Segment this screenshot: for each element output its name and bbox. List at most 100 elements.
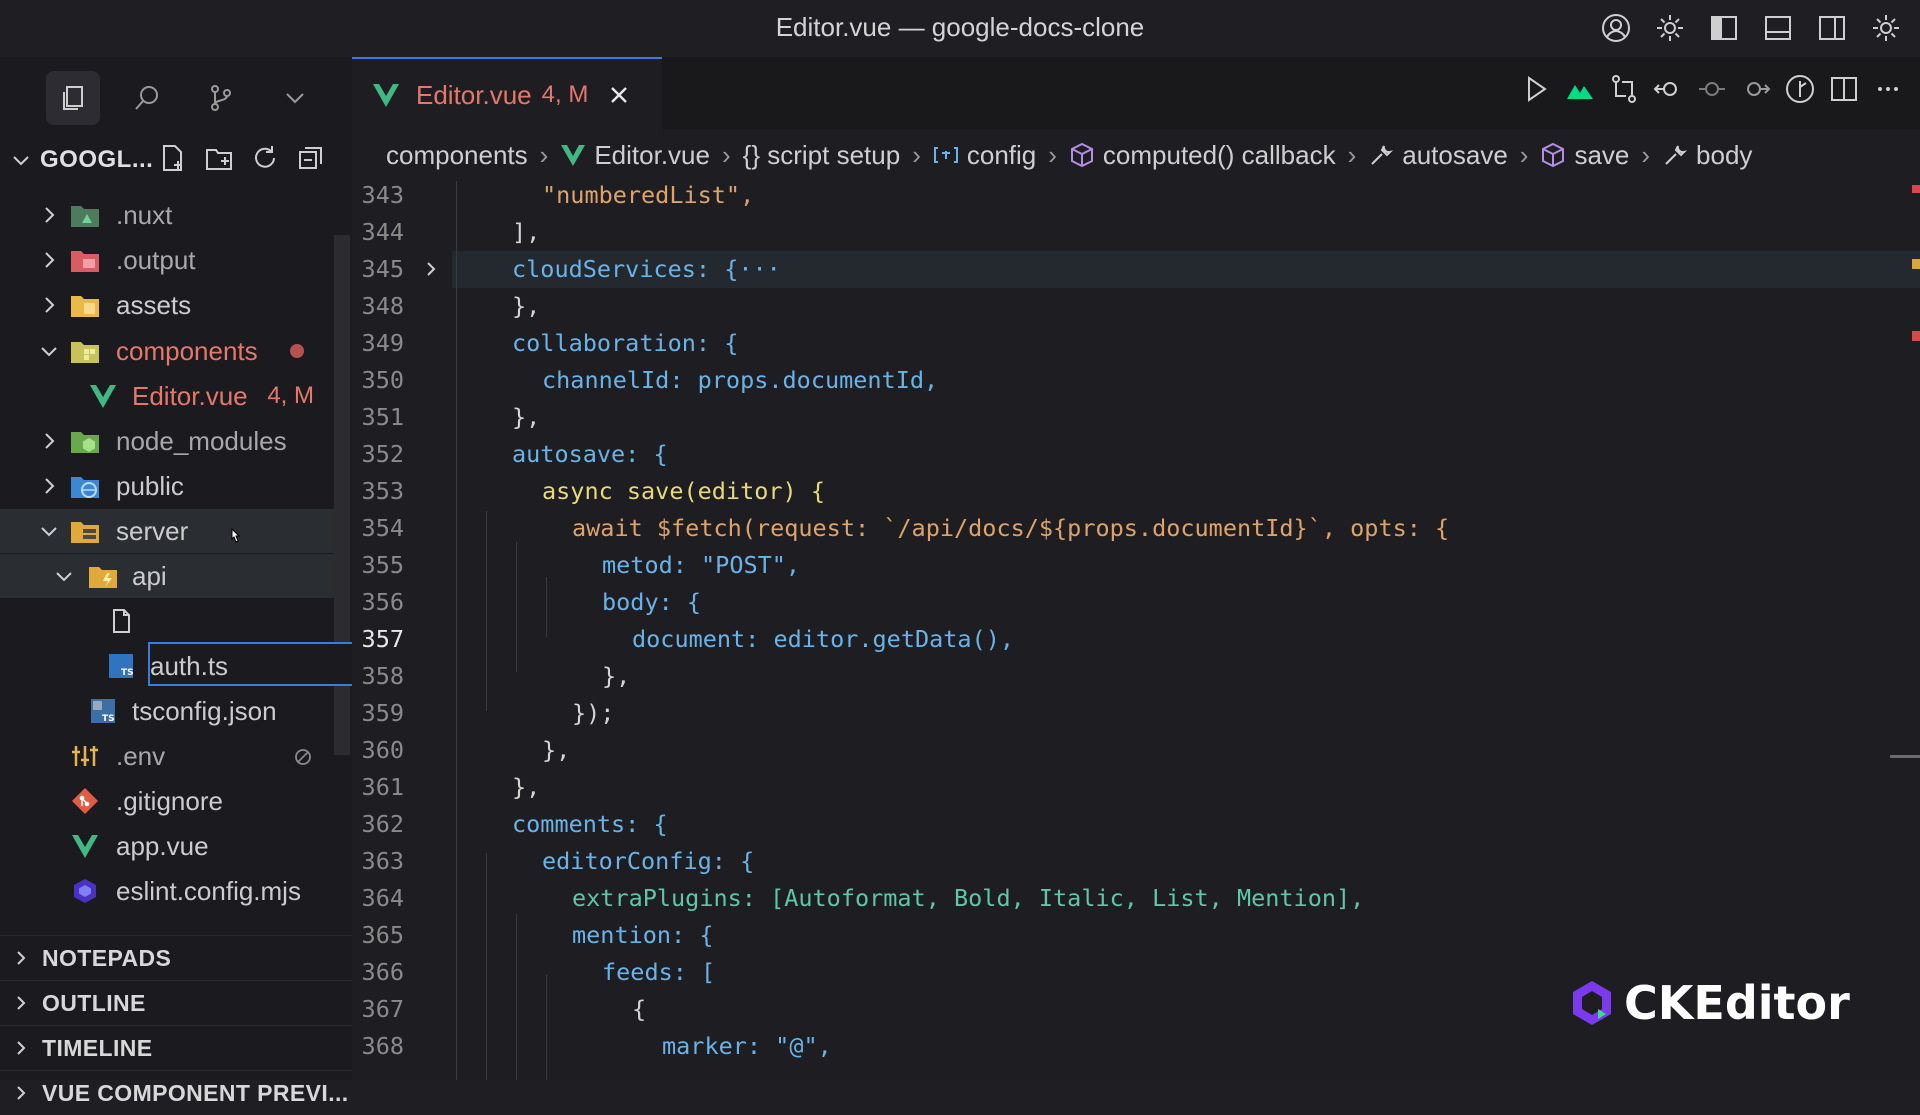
code-line[interactable]: { <box>632 995 646 1023</box>
tree-item-label: .output <box>116 244 196 275</box>
files-icon <box>63 86 83 110</box>
breadcrumb-item[interactable]: save <box>1540 140 1629 171</box>
commit-icon[interactable] <box>1696 73 1728 105</box>
breadcrumb-label: components <box>386 139 528 170</box>
toggle-panel-icon[interactable] <box>1758 8 1798 48</box>
account-icon[interactable] <box>1596 8 1636 48</box>
explorer-header[interactable]: GOOGL... <box>0 135 352 185</box>
tree-item-env[interactable]: .env <box>0 734 334 778</box>
tree-item-label: assets <box>116 289 192 320</box>
code-text: await $fetch(request: `/api/docs/${props… <box>572 514 1450 542</box>
line-number: 345 <box>361 255 404 283</box>
code-text: cloudServices: {··· <box>512 255 781 283</box>
timeline-icon[interactable] <box>1784 73 1816 105</box>
code-line[interactable]: marker: "@", <box>662 1032 832 1060</box>
code-text: }, <box>542 736 571 764</box>
breadcrumb-item[interactable]: Editor.vue <box>560 140 710 171</box>
code-line[interactable]: ], <box>512 218 540 246</box>
tab-editor-vue[interactable]: Editor.vue 4, M <box>352 57 662 131</box>
more-actions-icon[interactable] <box>1872 73 1904 105</box>
code-line[interactable]: }); <box>572 699 614 727</box>
tree-item-label: public <box>116 470 184 501</box>
code-text: collaboration: { <box>512 329 739 357</box>
code-line[interactable]: mention: { <box>572 921 713 949</box>
tree-item-output[interactable]: .output <box>0 238 334 282</box>
code-line[interactable]: extraPlugins: [Autoformat, Bold, Italic,… <box>572 884 1364 912</box>
tree-item-tsconfig[interactable]: TS tsconfig.json <box>0 689 334 733</box>
code-line[interactable]: feeds: [ <box>602 958 715 986</box>
explorer-title: GOOGL... <box>40 146 154 173</box>
go-back-icon[interactable] <box>1652 73 1684 105</box>
tree-item-api[interactable]: api <box>0 554 334 598</box>
code-line[interactable]: collaboration: { <box>512 329 738 357</box>
tree-item-public[interactable]: public <box>0 464 334 508</box>
nuxt-icon[interactable] <box>1564 73 1596 105</box>
tree-item-node-modules[interactable]: node_modules <box>0 419 334 463</box>
code-line[interactable]: editorConfig: { <box>542 847 754 875</box>
collapse-all-icon[interactable] <box>296 143 326 173</box>
tree-item-gitignore[interactable]: .gitignore <box>0 779 334 823</box>
code-line[interactable]: metod: "POST", <box>602 551 800 579</box>
code-view[interactable]: 343 "numberedList", 344 ], 345 cloudServ… <box>352 181 1920 1080</box>
new-file-icon[interactable] <box>158 143 188 173</box>
refresh-icon[interactable] <box>250 143 280 173</box>
code-line[interactable]: body: { <box>602 588 701 616</box>
chevron-down-icon <box>41 527 57 537</box>
breadcrumb-item[interactable]: {} script setup <box>743 140 901 171</box>
code-line[interactable]: async save(editor) { <box>542 477 825 505</box>
tree-item-nuxt[interactable]: .nuxt <box>0 193 334 237</box>
compare-changes-icon[interactable] <box>1608 73 1640 105</box>
code-line[interactable]: autosave: { <box>512 440 668 468</box>
section-notepads[interactable]: NOTEPADS <box>0 935 352 980</box>
code-line-current[interactable]: document: editor.getData(), <box>632 625 1014 653</box>
tree-item-app-vue[interactable]: app.vue <box>0 824 334 868</box>
tree-item-new-file[interactable] <box>0 599 334 643</box>
vue-file-icon <box>90 385 116 408</box>
breadcrumb-item[interactable]: body <box>1662 140 1752 171</box>
section-outline[interactable]: OUTLINE <box>0 980 352 1025</box>
source-control-tool[interactable] <box>194 71 248 125</box>
explorer-tool[interactable] <box>46 71 100 125</box>
split-editor-icon[interactable] <box>1828 73 1860 105</box>
search-tool[interactable] <box>120 71 174 125</box>
chevron-right-icon: › <box>1048 139 1057 170</box>
code-line[interactable]: }, <box>512 292 540 320</box>
code-line[interactable]: "numberedList", <box>542 181 754 209</box>
code-line[interactable]: }, <box>542 736 570 764</box>
vue-file-icon <box>72 835 98 858</box>
watermark-text: CKEditor <box>1624 976 1850 1030</box>
settings-icon[interactable] <box>1650 8 1690 48</box>
toggle-secondary-sidebar-icon[interactable] <box>1812 8 1852 48</box>
go-forward-icon[interactable] <box>1740 73 1772 105</box>
close-icon[interactable] <box>606 82 632 108</box>
fold-expand-icon[interactable] <box>422 260 440 278</box>
section-timeline[interactable]: TIMELINE <box>0 1025 352 1070</box>
code-line[interactable]: await $fetch(request: `/api/docs/${props… <box>572 514 1449 542</box>
run-icon[interactable] <box>1520 73 1552 105</box>
code-line[interactable]: }, <box>602 662 630 690</box>
tree-item-assets[interactable]: assets <box>0 283 334 327</box>
breadcrumb-item[interactable]: components <box>386 140 528 171</box>
tree-item-eslint[interactable]: eslint.config.mjs <box>0 869 334 913</box>
code-line[interactable]: }, <box>512 773 540 801</box>
section-vue-component-preview[interactable]: VUE COMPONENT PREVI... <box>0 1070 352 1115</box>
tree-item-editor-vue[interactable]: Editor.vue 4, M <box>0 374 334 418</box>
more-views-tool[interactable] <box>268 71 322 125</box>
tree-item-auth-ts[interactable]: TS auth.ts <box>0 644 334 688</box>
customize-layout-icon[interactable] <box>1866 8 1906 48</box>
breadcrumb-item[interactable]: computed() callback <box>1069 140 1336 171</box>
breadcrumb-item[interactable]: config <box>933 140 1036 171</box>
tree-item-components[interactable]: components <box>0 329 334 373</box>
toggle-primary-sidebar-icon[interactable] <box>1704 8 1744 48</box>
tree-item-server[interactable]: server <box>0 509 334 553</box>
new-folder-icon[interactable] <box>204 143 234 173</box>
tree-item-label: app.vue <box>116 830 209 861</box>
overview-ruler[interactable] <box>1890 181 1920 1080</box>
code-line[interactable]: }, <box>512 403 540 431</box>
code-line[interactable]: channelId: props.documentId, <box>542 366 938 394</box>
breadcrumb-item[interactable]: autosave <box>1368 140 1508 171</box>
code-line[interactable]: comments: { <box>512 810 668 838</box>
chevron-right-icon: › <box>1641 139 1651 170</box>
tab-badge: 4, M <box>541 81 589 108</box>
code-line[interactable]: cloudServices: {··· <box>512 255 781 283</box>
